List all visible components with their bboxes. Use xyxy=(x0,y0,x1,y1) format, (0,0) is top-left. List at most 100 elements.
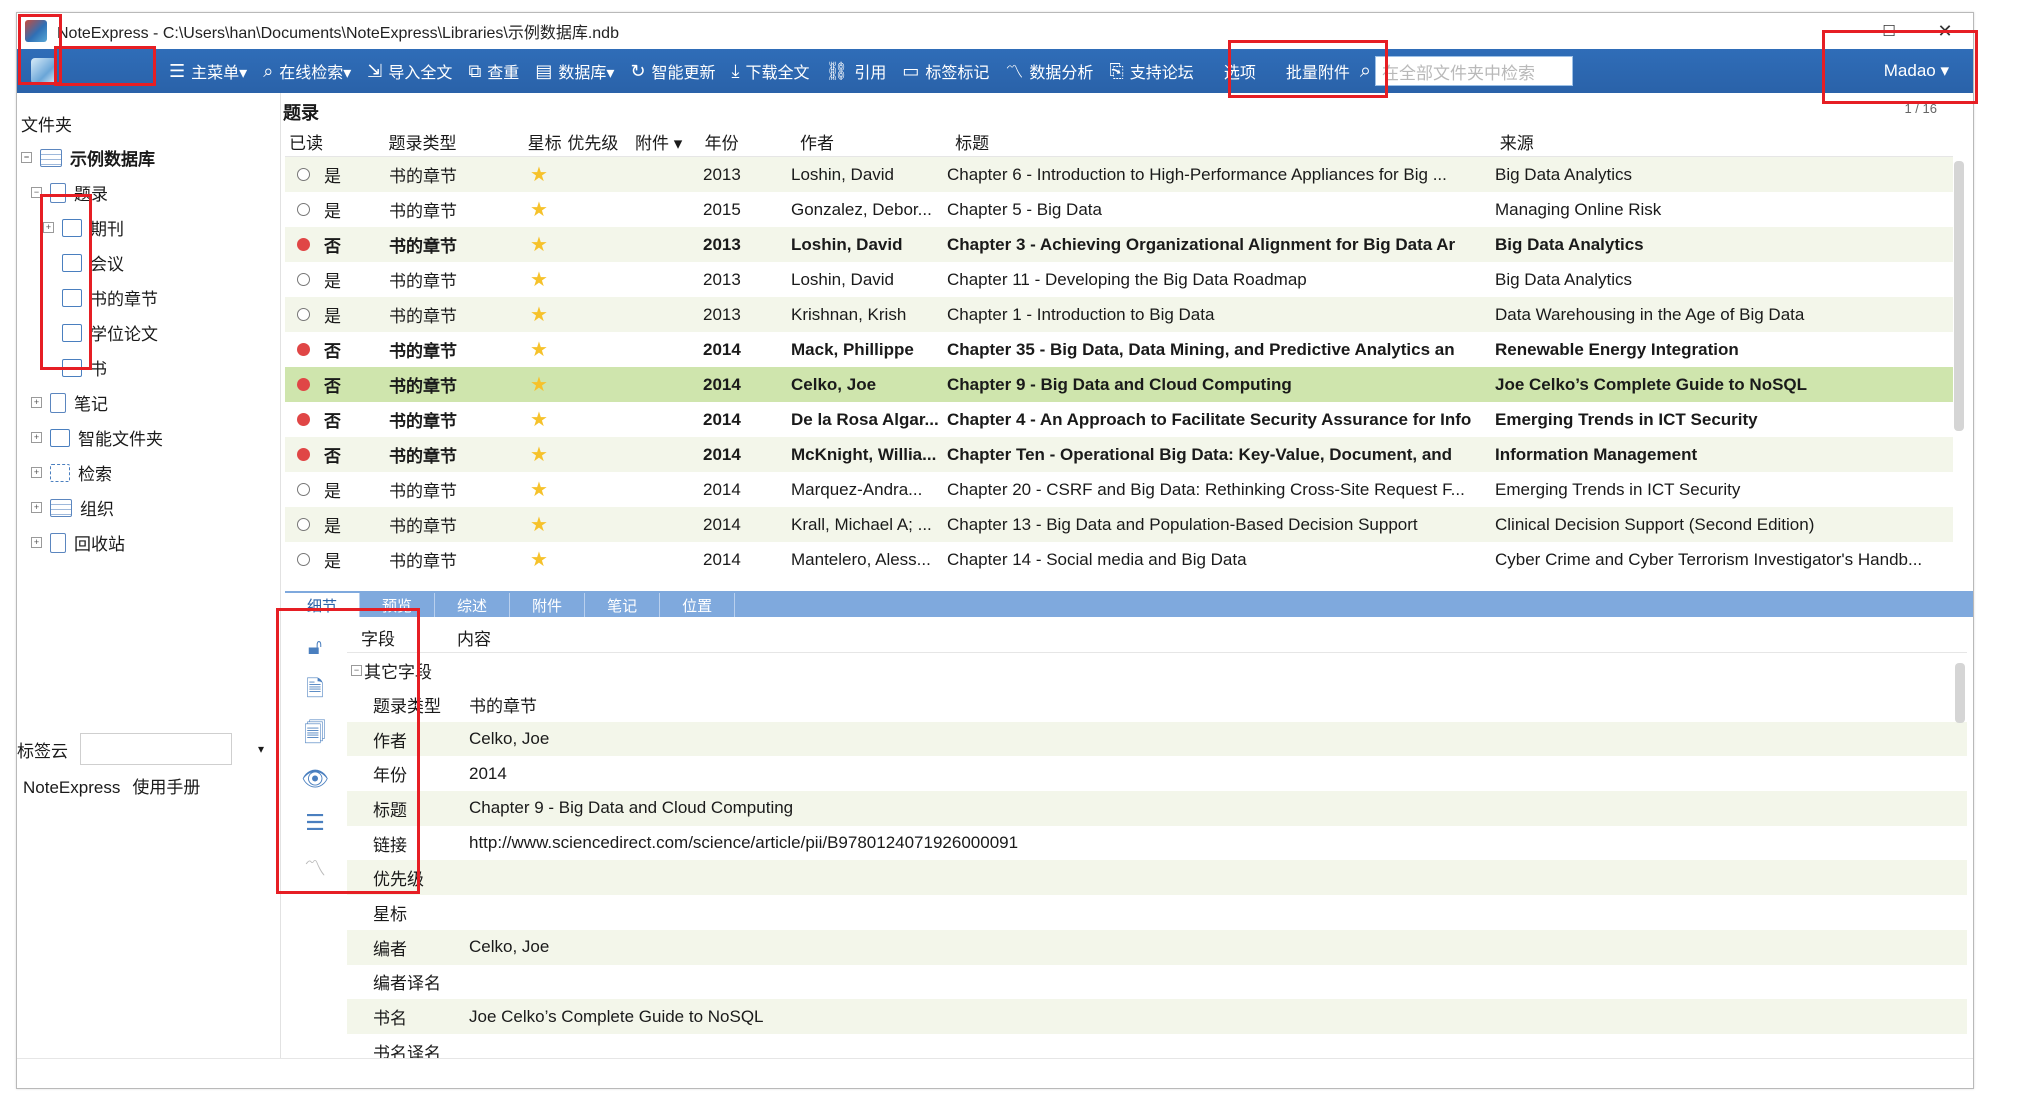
field-row[interactable]: 编者 Celko, Joe xyxy=(347,929,1967,965)
read-cell[interactable]: 是 xyxy=(285,267,379,292)
table-row[interactable]: 是书的章节 ★ 2014 Marquez-Andra... Chapter 20 - C… xyxy=(285,472,1953,507)
unread-dot-icon[interactable] xyxy=(297,413,310,426)
table-row[interactable]: 否书的章节 ★ 2014 McKnight, Willia... Chapter Ten… xyxy=(285,437,1953,472)
tab-notes[interactable]: 笔记 xyxy=(585,593,661,617)
lock-icon[interactable]: 🔓︎ xyxy=(295,625,335,669)
eye-icon[interactable]: 👁︎ xyxy=(295,757,335,801)
tree-item-conference[interactable]: 会议 xyxy=(62,250,124,275)
star-icon[interactable]: ★ xyxy=(525,477,553,502)
star-icon[interactable]: ★ xyxy=(525,267,553,292)
toolbar-support-forum[interactable]: ⎘ 支持论坛 xyxy=(1101,49,1201,93)
minimize-button[interactable]: — xyxy=(1805,13,1861,49)
field-row[interactable]: 作者 Celko, Joe xyxy=(347,721,1967,757)
chevron-down-icon[interactable]: ▾ xyxy=(258,742,264,756)
read-circle-icon[interactable] xyxy=(297,483,310,496)
field-value[interactable]: 书的章节 xyxy=(459,692,537,717)
tree-item-references[interactable]: − 题录 xyxy=(31,180,108,205)
toolbar-main-menu[interactable]: ☰ 主菜单▾ xyxy=(161,49,255,93)
read-cell[interactable]: 否 xyxy=(285,232,379,257)
star-icon[interactable]: ★ xyxy=(525,407,553,432)
table-scrollbar[interactable] xyxy=(1954,161,1964,431)
tree-item-smart-folder[interactable]: + 智能文件夹 xyxy=(31,425,163,450)
tab-details[interactable]: 细节 xyxy=(285,593,361,617)
column-source[interactable]: 来源 xyxy=(1496,129,1953,154)
table-row[interactable]: 是书的章节 ★ 2013 Krishnan, Krish Chapter 1 - Int… xyxy=(285,297,1953,332)
table-row[interactable]: 是书的章节 ★ 2015 Gonzalez, Debor... Chapter 5 - … xyxy=(285,192,1953,227)
read-circle-icon[interactable] xyxy=(297,273,310,286)
manual-link[interactable]: 使用手册 xyxy=(132,778,200,797)
field-value[interactable]: http://www.sciencedirect.com/science/art… xyxy=(459,833,1018,853)
unread-dot-icon[interactable] xyxy=(297,343,310,356)
toolbar-logo-button[interactable] xyxy=(23,53,65,89)
read-circle-icon[interactable] xyxy=(297,518,310,531)
field-row[interactable]: 书名 Joe Celko’s Complete Guide to NoSQL xyxy=(347,999,1967,1034)
read-cell[interactable]: 否 xyxy=(285,407,379,432)
toolbar-data-analysis[interactable]: 〽数据分析 xyxy=(997,49,1101,93)
chart-icon[interactable]: 〽 xyxy=(295,845,335,889)
toolbar-online-search[interactable]: ⌕ 在线检索▾ xyxy=(255,49,359,93)
tree-item-book[interactable]: 书 xyxy=(62,355,107,380)
read-circle-icon[interactable] xyxy=(297,553,310,566)
star-icon[interactable]: ★ xyxy=(525,302,553,327)
table-row[interactable]: 是书的章节 ★ 2013 Loshin, David Chapter 11 - Deve… xyxy=(285,262,1953,297)
tab-review[interactable]: 综述 xyxy=(435,593,511,617)
tree-item-organize[interactable]: + 组织 xyxy=(31,495,114,520)
user-menu[interactable]: Madao ▾ xyxy=(1884,49,1949,93)
table-row[interactable]: 否书的章节 ★ 2013 Loshin, David Chapter 3 - Achie… xyxy=(285,227,1953,262)
close-button[interactable]: ✕ xyxy=(1917,13,1973,49)
star-icon[interactable]: ★ xyxy=(525,547,553,572)
unread-dot-icon[interactable] xyxy=(297,238,310,251)
column-star[interactable]: 星标 xyxy=(524,129,564,154)
expand-icon[interactable]: + xyxy=(31,537,42,548)
toolbar-batch-attach[interactable]: 批量附件 xyxy=(1278,49,1358,93)
toolbar-smart-update[interactable]: ↻ 智能更新 xyxy=(622,49,723,93)
maximize-button[interactable]: ☐ xyxy=(1861,13,1917,49)
read-cell[interactable]: 否 xyxy=(285,442,379,467)
field-row[interactable]: 优先级 xyxy=(347,860,1967,896)
list-icon[interactable]: ☰ xyxy=(295,801,335,845)
star-icon[interactable]: ★ xyxy=(525,162,553,187)
field-row[interactable]: 链接 http://www.sciencedirect.com/science/a… xyxy=(347,826,1967,861)
collapse-icon[interactable]: − xyxy=(31,187,42,198)
read-cell[interactable]: 是 xyxy=(285,162,379,187)
expand-icon[interactable]: + xyxy=(31,432,42,443)
field-value[interactable]: Chapter 9 - Big Data and Cloud Computing xyxy=(459,798,793,818)
field-row[interactable]: 题录类型 书的章节 xyxy=(347,687,1967,722)
table-row[interactable]: 否书的章节 ★ 2014 Mack, Phillippe Chapter 35 - Bi… xyxy=(285,332,1953,367)
table-row[interactable]: 是书的章节 ★ 2013 Loshin, David Chapter 6 - Intro… xyxy=(285,157,1953,192)
field-value[interactable]: Celko, Joe xyxy=(459,937,549,957)
star-icon[interactable]: ★ xyxy=(525,442,553,467)
read-cell[interactable]: 否 xyxy=(285,372,379,397)
field-value[interactable]: Celko, Joe xyxy=(459,729,549,749)
collapse-icon[interactable]: − xyxy=(21,152,32,163)
expand-icon[interactable]: + xyxy=(31,397,42,408)
collapse-icon[interactable]: − xyxy=(351,664,362,676)
read-circle-icon[interactable] xyxy=(297,308,310,321)
column-type[interactable]: 题录类型 xyxy=(378,129,523,154)
star-icon[interactable]: ★ xyxy=(525,337,553,362)
document-icon[interactable]: 🗎︎ xyxy=(295,669,335,713)
field-value[interactable]: Joe Celko’s Complete Guide to NoSQL xyxy=(459,1007,764,1027)
tab-location[interactable]: 位置 xyxy=(660,593,736,617)
toolbar-database[interactable]: ▤ 数据库▾ xyxy=(527,49,622,93)
table-row[interactable]: 是书的章节 ★ 2014 Mantelero, Aless... Chapter 14 … xyxy=(285,542,1953,577)
field-row[interactable]: 编者译名 xyxy=(347,965,1967,1000)
expand-icon[interactable]: + xyxy=(31,467,42,478)
table-row[interactable]: 否书的章节 ★ 2014 Celko, Joe Chapter 9 - Big Data… xyxy=(285,367,1953,402)
read-cell[interactable]: 是 xyxy=(285,197,379,222)
search-input[interactable]: 在全部文件夹中检索 xyxy=(1375,56,1574,86)
expand-icon[interactable]: + xyxy=(31,502,42,513)
toolbar-cite[interactable]: ⛓ 引用 xyxy=(817,49,894,93)
read-circle-icon[interactable] xyxy=(297,168,310,181)
star-icon[interactable]: ★ xyxy=(525,512,553,537)
toolbar-import-fulltext[interactable]: ⇲ 导入全文 xyxy=(359,49,460,93)
tab-attachments[interactable]: 附件 xyxy=(510,593,586,617)
tag-cloud-input[interactable] xyxy=(80,733,232,765)
column-priority[interactable]: 优先级 xyxy=(563,129,631,154)
star-icon[interactable]: ★ xyxy=(525,372,553,397)
read-cell[interactable]: 是 xyxy=(285,512,379,537)
column-author[interactable]: 作者 xyxy=(796,129,951,154)
read-cell[interactable]: 是 xyxy=(285,302,379,327)
table-row[interactable]: 否书的章节 ★ 2014 De la Rosa Algar... Chapter 4 -… xyxy=(285,402,1953,437)
star-icon[interactable]: ★ xyxy=(525,197,553,222)
